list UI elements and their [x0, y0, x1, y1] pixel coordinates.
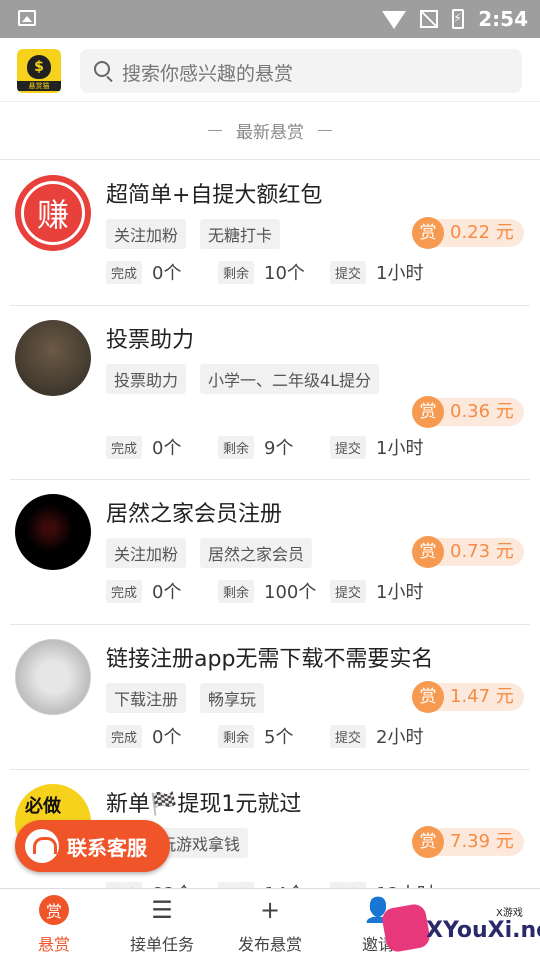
tab-reward[interactable]: 赏 悬赏	[0, 889, 108, 960]
reward-badge: 赏 0.36 元	[412, 396, 524, 428]
left-label: 剩余	[218, 260, 255, 284]
left-value: 9个	[264, 438, 294, 459]
reward-badge: 赏 7.39 元	[412, 826, 524, 858]
done-label: 完成	[106, 260, 143, 284]
done-label: 完成	[106, 435, 143, 459]
reward-badge: 赏 0.73 元	[412, 536, 524, 568]
contact-service-label: 联系客服	[67, 835, 147, 860]
submit-value: 1小时	[376, 582, 424, 603]
avatar-text: 必做	[25, 796, 61, 817]
left-value: 5个	[264, 727, 294, 748]
avatar-text: 赚	[21, 181, 85, 245]
task-tag: 关注加粉	[106, 219, 187, 249]
task-title: 投票助力	[106, 328, 195, 353]
task-list: 赚 超简单+自提大额红包 关注加粉 无糖打卡 赏 0.22 元 完成 0个 剩余 1…	[0, 161, 540, 915]
submit-label: 提交	[330, 724, 367, 748]
done-label: 完成	[106, 724, 143, 748]
headset-icon	[25, 829, 59, 863]
reward-amount: 0.22 元	[432, 219, 524, 247]
tab-label: 接单任务	[129, 934, 194, 954]
task-tag: 畅享玩	[200, 683, 265, 713]
tab-label: 悬赏	[37, 934, 70, 954]
money-bag-icon: $	[27, 55, 51, 79]
search-input[interactable]: 搜索你感兴趣的悬赏	[80, 49, 522, 93]
task-tag: 投票助力	[106, 364, 187, 394]
left-label: 剩余	[218, 435, 255, 459]
task-item[interactable]: 居然之家会员注册 关注加粉 居然之家会员 赏 0.73 元 完成 0个 剩余 100…	[10, 480, 530, 625]
status-time: 2:54	[478, 7, 528, 31]
done-value: 0个	[152, 438, 182, 459]
app-logo[interactable]: $ 悬赏猫	[17, 49, 61, 93]
left-value: 100个	[264, 582, 317, 603]
reward-badge: 赏 1.47 元	[412, 681, 524, 713]
submit-label: 提交	[330, 260, 367, 284]
reward-icon: 赏	[412, 536, 444, 568]
tab-take-task[interactable]: ☰ 接单任务	[108, 889, 216, 960]
gamepad-icon	[380, 902, 432, 954]
section-title: 最新悬赏	[0, 102, 540, 160]
task-avatar: 赚	[15, 175, 91, 251]
submit-value: 1小时	[376, 263, 424, 284]
reward-amount: 0.73 元	[432, 538, 524, 566]
left-value: 10个	[264, 263, 305, 284]
watermark-small: X游戏	[496, 908, 523, 919]
task-tag: 小学一、二年级4L提分	[200, 364, 380, 394]
task-title: 新单🏁提现1元就过	[106, 792, 302, 817]
tab-publish[interactable]: + 发布悬赏	[216, 889, 324, 960]
wifi-icon	[382, 11, 407, 29]
left-label: 剩余	[218, 724, 255, 748]
submit-value: 1小时	[376, 438, 424, 459]
task-item[interactable]: 赚 超简单+自提大额红包 关注加粉 无糖打卡 赏 0.22 元 完成 0个 剩余 1…	[10, 161, 530, 306]
task-item[interactable]: 投票助力 投票助力 小学一、二年级4L提分 赏 0.36 元 完成 0个 剩余 9个…	[10, 306, 530, 480]
left-label: 剩余	[218, 579, 255, 603]
task-avatar	[15, 320, 91, 396]
reward-amount: 1.47 元	[432, 683, 524, 711]
task-title: 链接注册app无需下载不需要实名	[106, 647, 434, 672]
logo-text: 悬赏猫	[17, 81, 61, 91]
task-item[interactable]: 链接注册app无需下载不需要实名 下载注册 畅享玩 赏 1.47 元 完成 0个 …	[10, 625, 530, 770]
task-tag: 下载注册	[106, 683, 187, 713]
list-icon: ☰	[151, 895, 173, 924]
reward-tab-icon: 赏	[39, 894, 69, 925]
search-placeholder: 搜索你感兴趣的悬赏	[122, 63, 294, 85]
task-avatar	[15, 494, 91, 570]
tab-label: 发布悬赏	[237, 934, 302, 954]
battery-charging-icon	[452, 9, 465, 29]
done-value: 0个	[152, 727, 182, 748]
task-tag: 居然之家会员	[200, 538, 313, 568]
plus-icon: +	[259, 895, 281, 924]
reward-icon: 赏	[412, 826, 444, 858]
done-value: 0个	[152, 263, 182, 284]
submit-label: 提交	[330, 435, 367, 459]
task-title: 超简单+自提大额红包	[106, 183, 323, 208]
reward-amount: 0.36 元	[432, 398, 524, 426]
section-title-text: 最新悬赏	[236, 123, 304, 143]
task-tag: 关注加粉	[106, 538, 187, 568]
reward-badge: 赏 0.22 元	[412, 217, 524, 249]
task-title: 居然之家会员注册	[106, 502, 283, 527]
reward-icon: 赏	[412, 217, 444, 249]
contact-service-button[interactable]: 联系客服	[15, 820, 170, 872]
task-avatar	[15, 639, 91, 715]
task-tag: 无糖打卡	[200, 219, 281, 249]
watermark: X游戏 XYouXi.net	[372, 896, 540, 960]
reward-amount: 7.39 元	[432, 828, 524, 856]
image-notification-icon	[18, 10, 36, 26]
done-label: 完成	[106, 579, 143, 603]
header: $ 悬赏猫 搜索你感兴趣的悬赏	[0, 38, 540, 102]
reward-icon: 赏	[412, 396, 444, 428]
watermark-text: XYouXi.net	[426, 918, 540, 943]
search-icon	[94, 61, 110, 77]
status-bar: 2:54	[0, 0, 540, 38]
no-signal-icon	[420, 10, 439, 28]
done-value: 0个	[152, 582, 182, 603]
reward-icon: 赏	[412, 681, 444, 713]
submit-label: 提交	[330, 579, 367, 603]
submit-value: 2小时	[376, 727, 424, 748]
